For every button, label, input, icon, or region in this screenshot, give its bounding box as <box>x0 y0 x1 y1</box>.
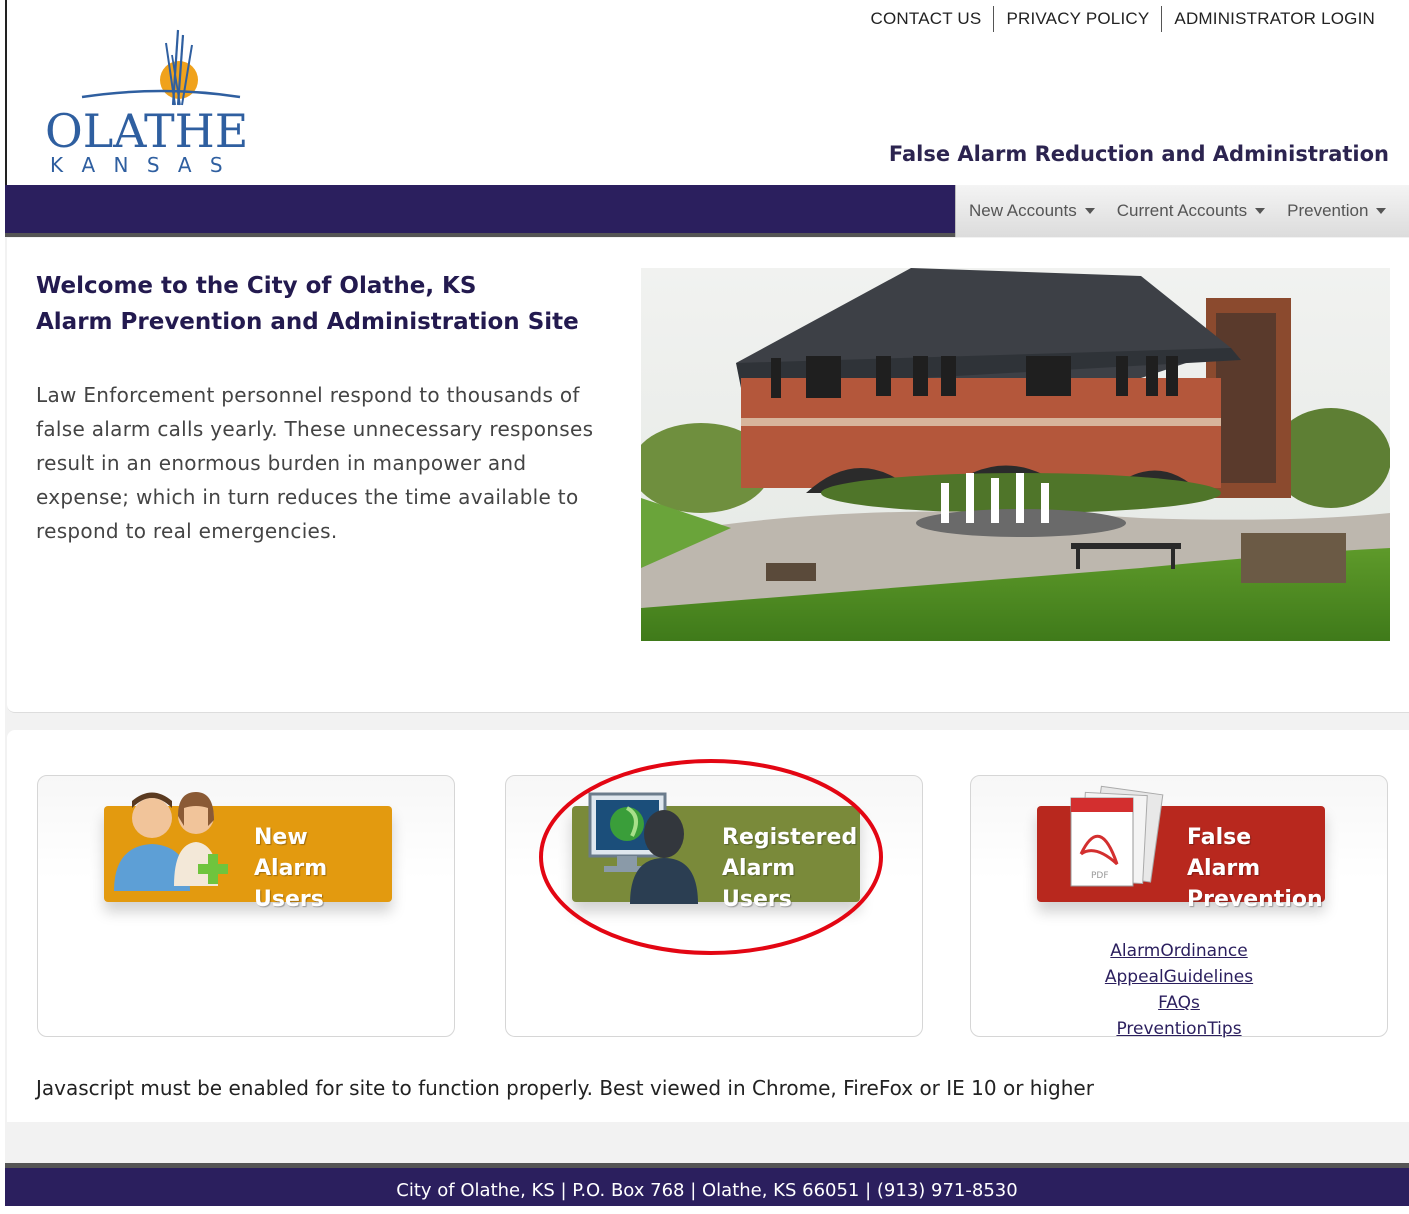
pdf-document-icon: PDF <box>1070 785 1164 887</box>
false-alarm-prevention-line2: Prevention <box>1187 887 1323 912</box>
site-header: CONTACT US PRIVACY POLICY ADMINISTRATOR … <box>7 0 1409 185</box>
faqs-link[interactable]: FAQs <box>971 990 1387 1016</box>
registered-alarm-users-line2: Alarm Users <box>722 856 796 912</box>
chevron-down-icon <box>1255 208 1266 214</box>
main-menu: New Accounts Current Accounts Prevention <box>955 185 1409 237</box>
administrator-login-link[interactable]: ADMINISTRATOR LOGIN <box>1162 9 1387 29</box>
welcome-heading: Welcome to the City of Olathe, KS Alarm … <box>36 268 636 340</box>
chevron-down-icon <box>1084 208 1095 214</box>
logo-subtitle: K A N S A S <box>50 153 229 177</box>
contact-us-link[interactable]: CONTACT US <box>859 9 994 29</box>
registered-alarm-users-line1: Registered <box>722 825 858 850</box>
false-alarm-prevention-line1: False Alarm <box>1187 825 1261 881</box>
welcome-body: Law Enforcement personnel respond to tho… <box>36 383 594 543</box>
alarm-ordinance-link[interactable]: AlarmOrdinance <box>971 938 1387 964</box>
registered-alarm-users-card: Registered Alarm Users <box>505 775 923 1037</box>
users-add-icon <box>114 792 228 891</box>
site-footer: City of Olathe, KS | P.O. Box 768 | Olat… <box>5 1168 1409 1206</box>
welcome-panel: Welcome to the City of Olathe, KS Alarm … <box>7 238 1409 713</box>
computer-user-icon <box>588 792 698 904</box>
false-alarm-prevention-label: False Alarm Prevention <box>1187 822 1325 915</box>
quick-links-panel: New Alarm Users Registered Alarm Users P… <box>7 730 1409 1122</box>
city-hall-photo <box>641 268 1390 641</box>
prevention-tips-link[interactable]: PreventionTips <box>971 1016 1387 1042</box>
menu-current-accounts[interactable]: Current Accounts <box>1104 201 1266 221</box>
new-alarm-users-label: New Alarm Users <box>254 822 392 915</box>
new-alarm-users-card: New Alarm Users <box>37 775 455 1037</box>
appeal-guidelines-link[interactable]: AppealGuidelines <box>971 964 1387 990</box>
new-alarm-users-line2: Alarm Users <box>254 856 328 912</box>
welcome-title-line2: Alarm Prevention and Administration Site <box>36 309 579 335</box>
registered-alarm-users-button[interactable]: Registered Alarm Users <box>572 792 860 912</box>
new-alarm-users-button[interactable]: New Alarm Users <box>104 792 392 912</box>
welcome-title-line1: Welcome to the City of Olathe, KS <box>36 273 477 299</box>
menu-label: New Accounts <box>969 201 1077 220</box>
registered-alarm-users-label: Registered Alarm Users <box>722 822 860 915</box>
olathe-logo[interactable]: OLATHE K A N S A S <box>42 25 252 180</box>
false-alarm-prevention-card: PDF False Alarm Prevention AlarmOrdinanc… <box>970 775 1388 1039</box>
menu-label: Current Accounts <box>1116 201 1248 220</box>
browser-requirements-notice: Javascript must be enabled for site to f… <box>36 1076 1094 1100</box>
false-alarm-prevention-button[interactable]: PDF False Alarm Prevention <box>1037 785 1325 912</box>
pdf-label: PDF <box>1091 871 1109 881</box>
left-border <box>5 0 7 185</box>
logo-wordmark: OLATHE <box>45 104 248 158</box>
top-utility-links: CONTACT US PRIVACY POLICY ADMINISTRATOR … <box>859 6 1387 32</box>
site-title: False Alarm Reduction and Administration <box>888 142 1389 166</box>
new-alarm-users-line1: New <box>254 825 308 850</box>
menu-new-accounts[interactable]: New Accounts <box>956 201 1095 221</box>
prevention-links: AlarmOrdinance AppealGuidelines FAQs Pre… <box>971 938 1387 1042</box>
menu-prevention[interactable]: Prevention <box>1274 201 1387 221</box>
menu-label: Prevention <box>1287 201 1369 220</box>
privacy-policy-link[interactable]: PRIVACY POLICY <box>994 9 1161 29</box>
chevron-down-icon <box>1376 208 1387 214</box>
